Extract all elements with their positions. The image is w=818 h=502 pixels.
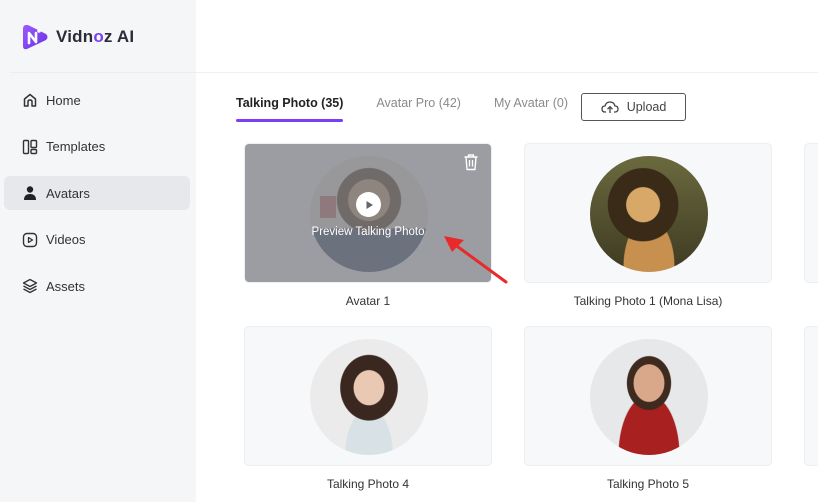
logo[interactable]: Vidnoz AI xyxy=(20,22,134,52)
header-divider xyxy=(196,72,818,73)
upload-label: Upload xyxy=(626,100,667,114)
card-label: Avatar 1 xyxy=(345,294,391,308)
avatar-tabs: Talking Photo (35) Avatar Pro (42) My Av… xyxy=(236,93,601,122)
card-label: Talking Photo 4 xyxy=(326,477,410,491)
templates-icon xyxy=(22,139,38,154)
upload-button[interactable]: Upload xyxy=(581,93,686,121)
sidebar-nav: Home Templates Avatars Videos Assets xyxy=(4,83,190,316)
sidebar-item-label: Assets xyxy=(46,278,86,294)
tab-avatar-pro[interactable]: Avatar Pro (42) xyxy=(376,93,461,121)
avatar-portrait xyxy=(310,339,428,455)
home-icon xyxy=(23,93,37,107)
tab-talking-photo[interactable]: Talking Photo (35) xyxy=(236,93,344,122)
sidebar-item-label: Avatars xyxy=(46,185,90,201)
sidebar: Vidnoz AI Home Templates Avatars Videos … xyxy=(0,0,196,502)
trash-icon[interactable] xyxy=(463,153,479,171)
annotation-arrow-icon xyxy=(444,236,508,284)
avatar-portrait xyxy=(590,156,708,272)
layers-icon xyxy=(22,278,38,294)
avatar-card[interactable] xyxy=(804,326,818,466)
divider xyxy=(10,72,196,73)
vidnoz-logo-icon xyxy=(20,22,50,52)
video-icon xyxy=(22,232,38,247)
sidebar-item-videos[interactable]: Videos xyxy=(4,223,190,257)
app-name: Vidnoz AI xyxy=(56,27,135,46)
sidebar-item-label: Videos xyxy=(46,232,86,247)
sidebar-item-templates[interactable]: Templates xyxy=(4,130,190,164)
card-label: Talking Photo 1 (Mona Lisa) xyxy=(573,294,723,308)
avatar-icon xyxy=(24,186,36,200)
sidebar-item-label: Home xyxy=(46,92,81,108)
cloud-upload-icon xyxy=(601,101,619,113)
sidebar-item-avatars[interactable]: Avatars xyxy=(4,176,190,210)
avatar-card[interactable] xyxy=(244,326,492,466)
play-icon xyxy=(366,200,373,209)
play-button[interactable] xyxy=(356,192,381,217)
sidebar-item-assets[interactable]: Assets xyxy=(4,269,190,303)
tab-my-avatar[interactable]: My Avatar (0) xyxy=(494,93,568,121)
avatar-portrait xyxy=(590,339,708,455)
sidebar-item-label: Templates xyxy=(46,139,106,154)
avatar-card[interactable] xyxy=(804,143,818,283)
card-label: Talking Photo 5 xyxy=(606,477,690,491)
avatar-card[interactable] xyxy=(524,326,772,466)
avatar-card[interactable] xyxy=(524,143,772,283)
sidebar-item-home[interactable]: Home xyxy=(4,83,190,117)
